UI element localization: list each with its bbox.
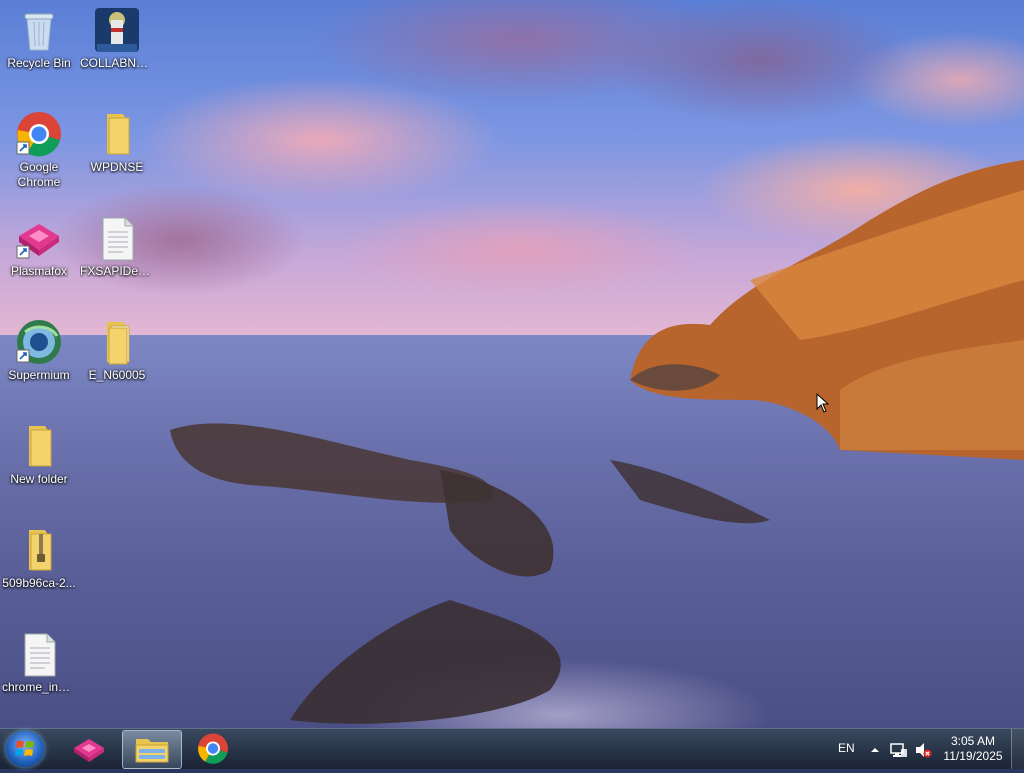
- lighthouse-app-icon: [93, 6, 141, 54]
- zip-folder-icon: [15, 526, 63, 574]
- desktop-icon-label: New folder: [10, 472, 68, 486]
- desktop-icon-supermium[interactable]: Supermium: [2, 318, 76, 383]
- desktop-icon-label: Recycle Bin: [7, 56, 71, 70]
- desktop-icon-label: chrome_inst...: [2, 680, 76, 694]
- chrome-icon: [198, 733, 228, 764]
- desktop-icon-plasmafox[interactable]: Plasmafox: [2, 214, 76, 279]
- taskbar: EN 3:05 AM 11/19/2025: [0, 728, 1024, 769]
- clock-date: 11/19/2025: [943, 749, 1003, 763]
- desktop-icon-fxsapideb[interactable]: FXSAPIDeb...: [80, 214, 154, 279]
- desktop-icon-new-folder[interactable]: New folder: [2, 422, 76, 487]
- desktop-icon-label: FXSAPIDeb...: [80, 264, 154, 278]
- plasmafox-icon: [74, 739, 104, 762]
- show-desktop-button[interactable]: [1011, 729, 1024, 769]
- language-indicator[interactable]: EN: [838, 741, 855, 755]
- desktop-icon-label: WPDNSE: [90, 160, 144, 174]
- taskbar-google-chrome[interactable]: [184, 730, 242, 767]
- clock-time: 3:05 AM: [950, 734, 996, 748]
- text-file-icon: [93, 214, 141, 262]
- desktop-icon-wpdnse[interactable]: WPDNSE: [80, 110, 154, 175]
- windows-logo-icon: [15, 740, 34, 756]
- plasmafox-icon: [15, 214, 63, 262]
- chrome-icon: [15, 110, 63, 158]
- recycle-bin-icon: [15, 6, 63, 54]
- desktop-icon-label: 509b96ca-2...: [2, 576, 76, 590]
- desktop-icon-recycle-bin[interactable]: Recycle Bin: [2, 6, 76, 71]
- taskbar-windows-explorer[interactable]: [122, 730, 182, 769]
- text-file-icon: [15, 630, 63, 678]
- desktop-icon-collabne[interactable]: COLLABNE...: [80, 6, 154, 71]
- mouse-cursor-icon: [816, 393, 830, 413]
- desktop-icon-e-n60005[interactable]: E_N60005: [80, 318, 154, 383]
- supermium-icon: [15, 318, 63, 366]
- desktop-icon-chrome-installer[interactable]: chrome_inst...: [2, 630, 76, 695]
- desktop-icon-google-chrome[interactable]: Google Chrome: [2, 110, 76, 190]
- folder-icon: [93, 318, 141, 366]
- desktop-icon-label: E_N60005: [88, 368, 146, 382]
- folder-icon: [15, 422, 63, 470]
- desktop-icon-label: Supermium: [8, 368, 70, 382]
- folder-icon: [93, 110, 141, 158]
- network-icon[interactable]: [890, 741, 908, 759]
- desktop-icon-label: Plasmafox: [10, 264, 68, 278]
- desktop-icon-zip-509b96ca[interactable]: 509b96ca-2...: [2, 526, 76, 591]
- desktop-icon-label: Google Chrome: [17, 160, 61, 189]
- desktop-icon-label: COLLABNE...: [80, 56, 154, 70]
- wallpaper-cliff: [630, 160, 1024, 460]
- show-hidden-icons-icon[interactable]: [870, 745, 880, 755]
- system-clock[interactable]: 3:05 AM 11/19/2025: [930, 734, 1016, 764]
- start-button[interactable]: [6, 731, 44, 767]
- explorer-folder-icon: [135, 739, 169, 763]
- taskbar-plasmafox[interactable]: [60, 730, 118, 767]
